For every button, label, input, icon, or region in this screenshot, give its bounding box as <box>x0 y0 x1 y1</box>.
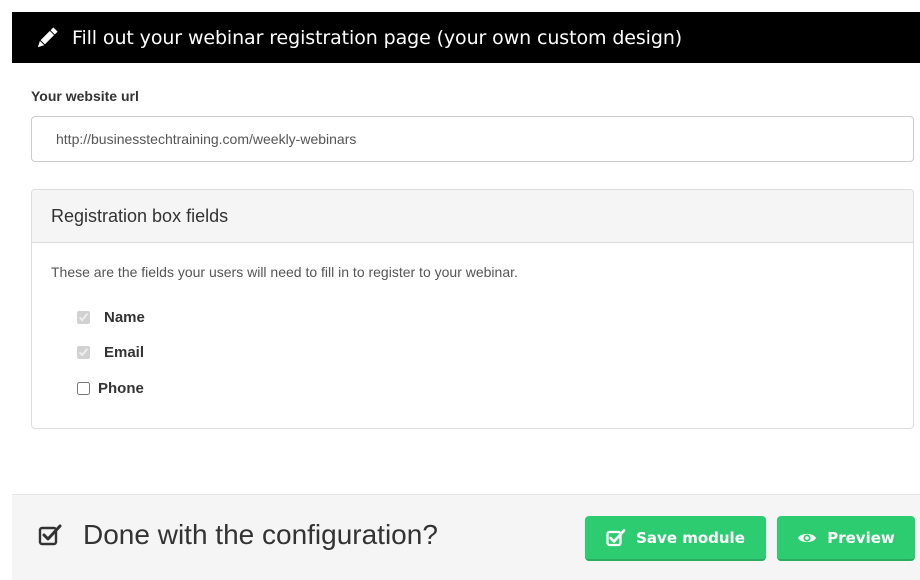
panel-title: Registration box fields <box>51 205 229 226</box>
page-title: Fill out your webinar registration page … <box>72 26 683 49</box>
save-module-label: Save module <box>636 528 745 547</box>
name-checkbox[interactable] <box>77 310 90 324</box>
preview-button[interactable]: Preview <box>777 516 915 561</box>
footer-bar: Done with the configuration? Save module… <box>12 494 920 580</box>
website-url-label: Your website url <box>31 88 139 104</box>
done-prompt: Done with the configuration? <box>38 515 438 555</box>
preview-label: Preview <box>827 528 895 547</box>
checked-square-icon <box>606 528 626 547</box>
panel-heading: Registration box fields <box>32 190 913 243</box>
panel-description: These are the fields your users will nee… <box>51 264 518 280</box>
website-url-input[interactable] <box>31 116 914 162</box>
header-bar: Fill out your webinar registration page … <box>12 12 920 63</box>
field-label-name: Name <box>104 308 145 326</box>
field-label-email: Email <box>104 343 145 361</box>
field-phone-row[interactable]: Phone <box>77 378 144 398</box>
field-label-phone: Phone <box>98 379 144 397</box>
save-module-button[interactable]: Save module <box>585 516 766 561</box>
registration-fields-panel: Registration box fields These are the fi… <box>31 189 914 429</box>
phone-checkbox[interactable] <box>77 381 90 395</box>
eye-icon <box>797 531 817 545</box>
email-checkbox[interactable] <box>77 345 90 359</box>
field-email-row[interactable]: Email <box>77 342 144 362</box>
done-question: Done with the configuration? <box>83 519 438 550</box>
pencil-icon <box>32 23 62 53</box>
checked-square-icon <box>38 523 62 547</box>
field-name-row[interactable]: Name <box>77 307 145 327</box>
